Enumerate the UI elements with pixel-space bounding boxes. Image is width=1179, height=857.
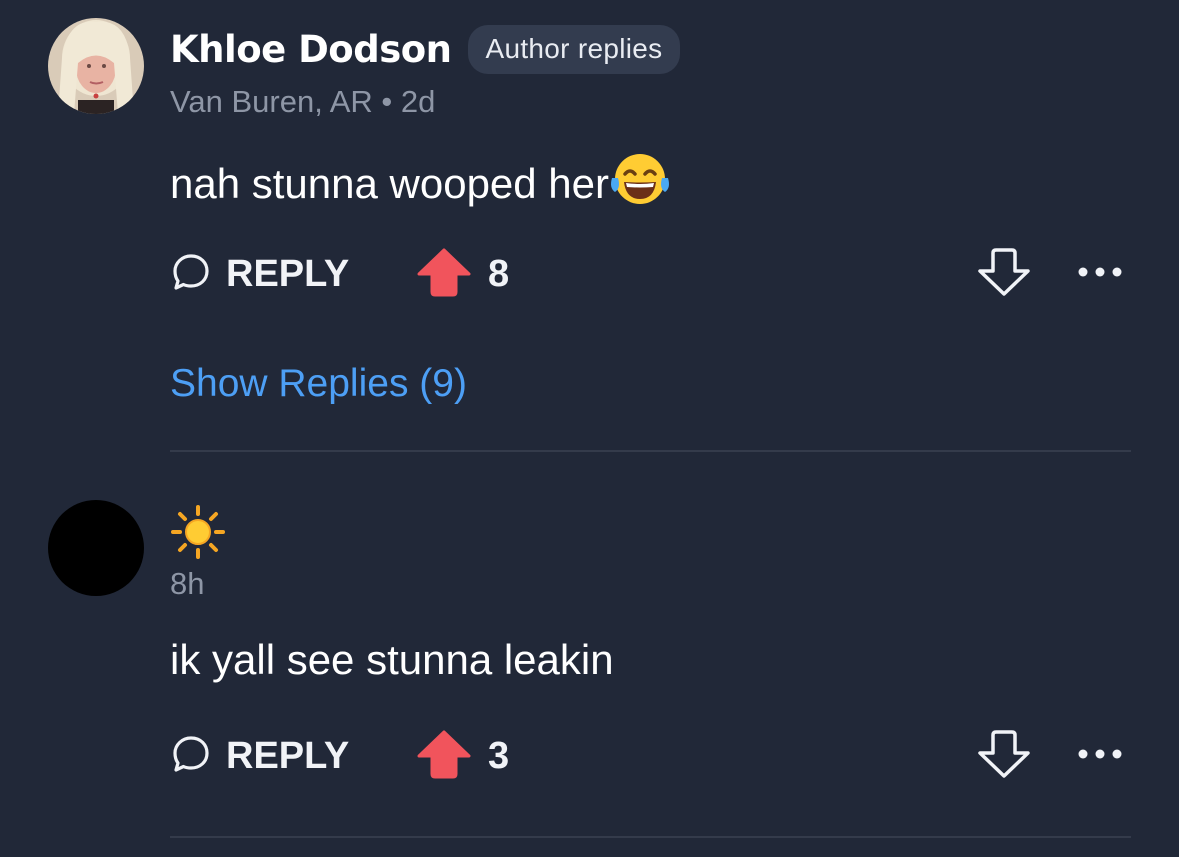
avatar-photo — [48, 18, 144, 114]
comment-thread: Khloe Dodson Author replies Van Buren, A… — [0, 0, 1179, 857]
reply-label: REPLY — [226, 734, 350, 777]
comment-actions: REPLY 3 — [170, 729, 1130, 784]
comment-text: ik yall see stunna leakin — [170, 636, 614, 683]
upvote-button[interactable]: 3 — [416, 729, 510, 784]
comment-meta: Van Buren, AR • 2d — [170, 84, 436, 119]
reply-button[interactable]: REPLY — [170, 249, 349, 299]
downvote-arrow-icon — [976, 729, 1032, 784]
author-badge: Author replies — [467, 24, 681, 74]
speech-bubble-icon — [170, 251, 212, 298]
upvote-arrow-icon — [416, 729, 472, 784]
reply-button[interactable]: REPLY — [170, 731, 349, 781]
reply-label: REPLY — [226, 252, 350, 295]
comment-body: nah stunna wooped her — [170, 150, 671, 218]
upvote-count: 3 — [488, 734, 510, 777]
ellipsis-icon — [1076, 747, 1124, 766]
avatar[interactable] — [48, 500, 144, 596]
divider — [170, 836, 1131, 838]
more-options-button[interactable] — [1076, 731, 1124, 781]
upvote-count: 8 — [488, 252, 510, 295]
comment-body: ik yall see stunna leakin — [170, 636, 614, 684]
upvote-button[interactable]: 8 — [416, 247, 510, 302]
upvote-arrow-icon — [416, 247, 472, 302]
speech-bubble-icon — [170, 733, 212, 780]
comment-text: nah stunna wooped her — [170, 160, 610, 207]
downvote-button[interactable] — [976, 729, 1032, 784]
comment-header: Khloe Dodson Author replies — [170, 24, 681, 74]
ellipsis-icon — [1076, 265, 1124, 284]
comment-time: 8h — [170, 566, 205, 601]
avatar[interactable] — [48, 18, 144, 114]
divider — [170, 450, 1131, 452]
comment-actions: REPLY 8 — [170, 247, 1130, 302]
author-name[interactable]: Khloe Dodson — [170, 28, 452, 71]
downvote-arrow-icon — [976, 247, 1032, 302]
downvote-button[interactable] — [976, 247, 1032, 302]
face-with-tears-of-joy-icon — [609, 150, 671, 218]
more-options-button[interactable] — [1076, 249, 1124, 299]
sun-icon — [170, 504, 226, 565]
show-replies-link[interactable]: Show Replies (9) — [170, 362, 467, 406]
